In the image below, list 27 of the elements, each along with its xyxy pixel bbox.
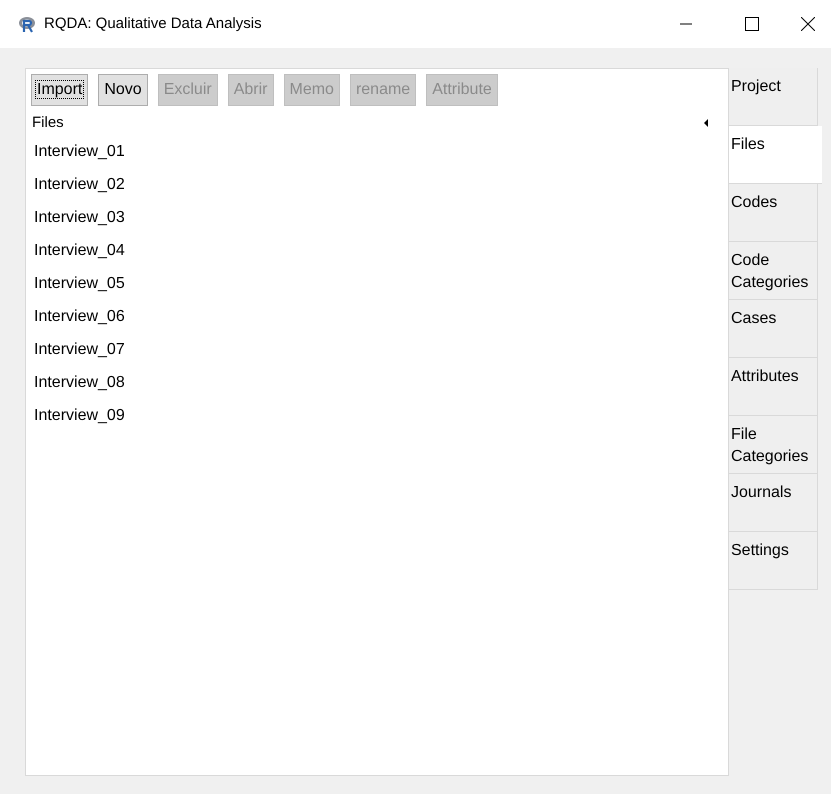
side-tab[interactable]: Attributes xyxy=(729,358,818,416)
file-list-item[interactable]: Interview_03 xyxy=(34,201,125,234)
list-header: Files xyxy=(32,112,64,133)
file-list-item[interactable]: Interview_02 xyxy=(34,168,125,201)
file-list-item[interactable]: Interview_01 xyxy=(34,135,125,168)
file-list-item[interactable]: Interview_08 xyxy=(34,366,125,399)
side-tab[interactable]: Project xyxy=(729,68,818,126)
side-tab[interactable]: Settings xyxy=(729,532,818,590)
file-list-item[interactable]: Interview_06 xyxy=(34,300,125,333)
window-title: RQDA: Qualitative Data Analysis xyxy=(44,14,262,34)
minimize-icon xyxy=(680,23,692,25)
side-tab[interactable]: Cases xyxy=(729,300,818,358)
file-list-item[interactable]: Interview_04 xyxy=(34,234,125,267)
close-icon xyxy=(801,17,815,31)
toolbar-button[interactable]: Import xyxy=(31,74,88,106)
side-tab[interactable]: Journals xyxy=(729,474,818,532)
side-tab[interactable]: File Categories xyxy=(729,416,818,474)
file-list-item[interactable]: Interview_07 xyxy=(34,333,125,366)
toolbar-button[interactable]: Novo xyxy=(98,74,148,106)
r-logo-icon xyxy=(18,15,36,33)
file-list-item[interactable]: Interview_05 xyxy=(34,267,125,300)
collapse-arrow-icon[interactable] xyxy=(704,119,708,127)
maximize-icon xyxy=(745,17,759,31)
side-tab[interactable]: Files xyxy=(729,126,822,184)
side-tab[interactable]: Codes xyxy=(729,184,818,242)
file-list-item[interactable]: Interview_09 xyxy=(34,399,125,432)
side-tab[interactable]: Code Categories xyxy=(729,242,818,300)
